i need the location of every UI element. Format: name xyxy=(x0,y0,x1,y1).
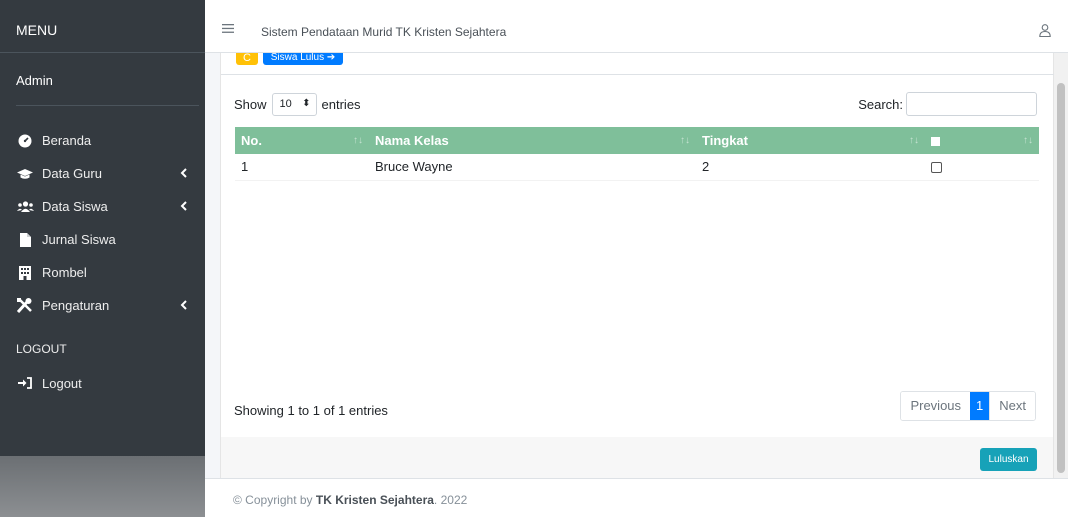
search-input[interactable] xyxy=(906,92,1037,116)
pagination: Previous 1 Next xyxy=(900,391,1036,421)
show-label: Show xyxy=(234,97,267,112)
users-icon xyxy=(16,200,34,213)
app-title: Sistem Pendataan Murid TK Kristen Sejaht… xyxy=(261,25,507,39)
kelas-table: No. ↑↓ Nama Kelas ↑↓ Tingkat ↑↓ ↑↓ 1 Bru… xyxy=(235,127,1039,181)
sign-in-icon xyxy=(16,377,34,389)
sidebar-fade xyxy=(0,456,205,517)
sort-icon: ↑↓ xyxy=(353,135,363,146)
user-icon[interactable] xyxy=(1039,24,1051,37)
scrollbar[interactable] xyxy=(1054,53,1068,478)
sidebar: MENU Admin Beranda Data Guru Data Siswa xyxy=(0,0,205,517)
table-header-row: No. ↑↓ Nama Kelas ↑↓ Tingkat ↑↓ ↑↓ xyxy=(235,127,1039,154)
logout-label: Logout xyxy=(42,375,82,391)
sidebar-item-label: Beranda xyxy=(42,133,92,148)
cell-select xyxy=(925,154,1039,181)
cell-no: 1 xyxy=(235,154,369,181)
scrollbar-thumb[interactable] xyxy=(1057,83,1065,473)
entries-length-control: Show 10 ⬍ entries xyxy=(234,93,361,116)
sidebar-nav: Beranda Data Guru Data Siswa Jurnal Sisw… xyxy=(0,106,205,322)
chevron-left-icon xyxy=(180,168,187,178)
select-arrows-icon: ⬍ xyxy=(302,98,311,109)
sidebar-item-label: Jurnal Siswa xyxy=(42,232,116,247)
cell-tingkat: 2 xyxy=(696,154,925,181)
row-checkbox[interactable] xyxy=(931,162,942,174)
search-label: Search: xyxy=(858,96,903,112)
entries-select[interactable]: 10 ⬍ xyxy=(271,93,317,116)
column-header-tingkat[interactable]: Tingkat ↑↓ xyxy=(696,127,925,154)
entries-label: entries xyxy=(321,97,361,112)
sidebar-item-beranda[interactable]: Beranda xyxy=(0,124,205,157)
hamburger-menu-icon[interactable] xyxy=(222,24,234,33)
top-navbar: Sistem Pendataan Murid TK Kristen Sejaht… xyxy=(205,0,1068,53)
column-header-nama-kelas[interactable]: Nama Kelas ↑↓ xyxy=(369,127,696,154)
copyright-brand: TK Kristen Sejahtera xyxy=(315,493,434,507)
sidebar-item-jurnal-siswa[interactable]: Jurnal Siswa xyxy=(0,223,205,256)
table-info: Showing 1 to 1 of 1 entries xyxy=(234,403,388,418)
file-icon xyxy=(16,232,34,247)
building-icon xyxy=(16,265,34,280)
tools-icon xyxy=(16,298,34,313)
sidebar-item-data-guru[interactable]: Data Guru xyxy=(0,157,205,190)
select-all-checkbox[interactable] xyxy=(931,137,940,147)
sort-icon: ↑↓ xyxy=(909,135,919,146)
search-control: Search: xyxy=(858,92,1037,116)
sidebar-item-pengaturan[interactable]: Pengaturan xyxy=(0,289,205,322)
column-header-no[interactable]: No. ↑↓ xyxy=(235,127,369,154)
copyright-text: © Copyright by TK Kristen Sejahtera. 202… xyxy=(233,493,468,507)
sidebar-item-label: Data Guru xyxy=(42,166,102,181)
logout-link[interactable]: Logout xyxy=(0,368,205,398)
table-row: 1 Bruce Wayne 2 xyxy=(235,154,1039,181)
page-footer: © Copyright by TK Kristen Sejahtera. 202… xyxy=(205,478,1068,517)
sort-icon: ↑↓ xyxy=(680,135,690,146)
user-name[interactable]: Admin xyxy=(16,53,199,106)
previous-page-button[interactable]: Previous xyxy=(901,392,971,420)
cell-nama-kelas: Bruce Wayne xyxy=(369,154,696,181)
chevron-left-icon xyxy=(180,201,187,211)
chevron-left-icon xyxy=(180,300,187,310)
card-header: C Siswa Lulus ➔ xyxy=(221,53,1055,75)
graduation-cap-icon xyxy=(16,168,34,180)
main-card: C Siswa Lulus ➔ Show 10 ⬍ entries Search… xyxy=(220,53,1055,437)
logout-section-header: LOGOUT xyxy=(16,342,67,356)
menu-title: MENU xyxy=(0,0,205,53)
column-header-select-all[interactable]: ↑↓ xyxy=(925,127,1039,154)
sidebar-item-data-siswa[interactable]: Data Siswa xyxy=(0,190,205,223)
sidebar-item-label: Rombel xyxy=(42,265,87,280)
sort-icon: ↑↓ xyxy=(1023,135,1033,146)
page-1-button[interactable]: 1 xyxy=(970,392,990,420)
siswa-lulus-button[interactable]: Siswa Lulus ➔ xyxy=(263,53,343,65)
refresh-button[interactable]: C xyxy=(236,53,258,65)
sidebar-item-rombel[interactable]: Rombel xyxy=(0,256,205,289)
next-page-button[interactable]: Next xyxy=(989,392,1035,420)
entries-select-value: 10 xyxy=(279,98,292,110)
card-footer: Luluskan xyxy=(220,437,1054,478)
sidebar-item-label: Pengaturan xyxy=(42,298,110,313)
luluskan-button[interactable]: Luluskan xyxy=(980,448,1037,471)
dashboard-icon xyxy=(16,134,34,148)
sidebar-item-label: Data Siswa xyxy=(42,199,108,214)
